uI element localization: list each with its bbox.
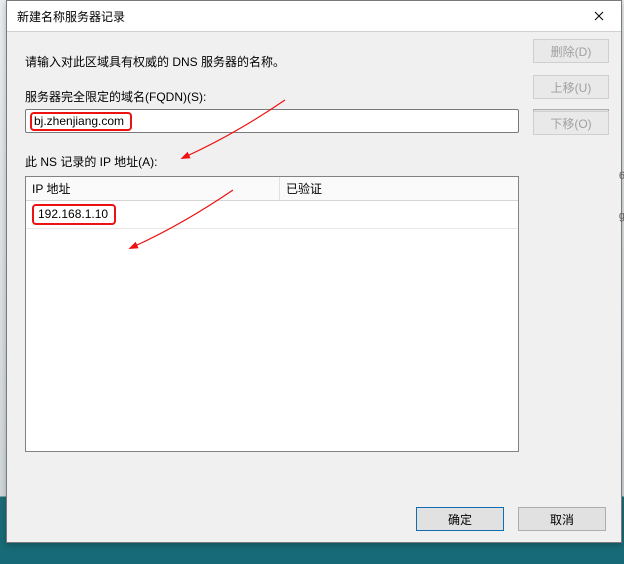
ok-button[interactable]: 确定 — [416, 507, 504, 531]
table-header: IP 地址 已验证 — [26, 177, 518, 201]
ip-cell: 192.168.1.10 — [32, 204, 116, 225]
close-icon — [594, 11, 604, 21]
dialog-window: 新建名称服务器记录 请输入对此区域具有权威的 DNS 服务器的名称。 服务器完全… — [6, 0, 622, 543]
col-ip[interactable]: IP 地址 — [26, 177, 280, 200]
title-bar: 新建名称服务器记录 — [7, 1, 621, 32]
table-row[interactable]: 192.168.1.10 — [26, 201, 518, 229]
background-text: 6 g — [619, 170, 624, 222]
verified-cell — [280, 201, 518, 228]
fqdn-value: bj.zhenjiang.com — [30, 112, 132, 131]
ip-table: IP 地址 已验证 192.168.1.10 — [25, 176, 519, 452]
instruction-text: 请输入对此区域具有权威的 DNS 服务器的名称。 — [25, 53, 609, 70]
cancel-button[interactable]: 取消 — [518, 507, 606, 531]
move-up-button: 上移(U) — [533, 75, 609, 99]
move-down-button: 下移(O) — [533, 111, 609, 135]
col-verified[interactable]: 已验证 — [280, 177, 518, 200]
dialog-footer: 确定 取消 — [8, 497, 620, 541]
close-button[interactable] — [577, 1, 621, 31]
fqdn-input-box[interactable]: bj.zhenjiang.com — [25, 109, 519, 133]
window-title: 新建名称服务器记录 — [17, 8, 577, 25]
fqdn-label: 服务器完全限定的域名(FQDN)(S): — [25, 88, 609, 105]
ns-label: 此 NS 记录的 IP 地址(A): — [25, 153, 609, 170]
delete-button: 删除(D) — [533, 39, 609, 63]
